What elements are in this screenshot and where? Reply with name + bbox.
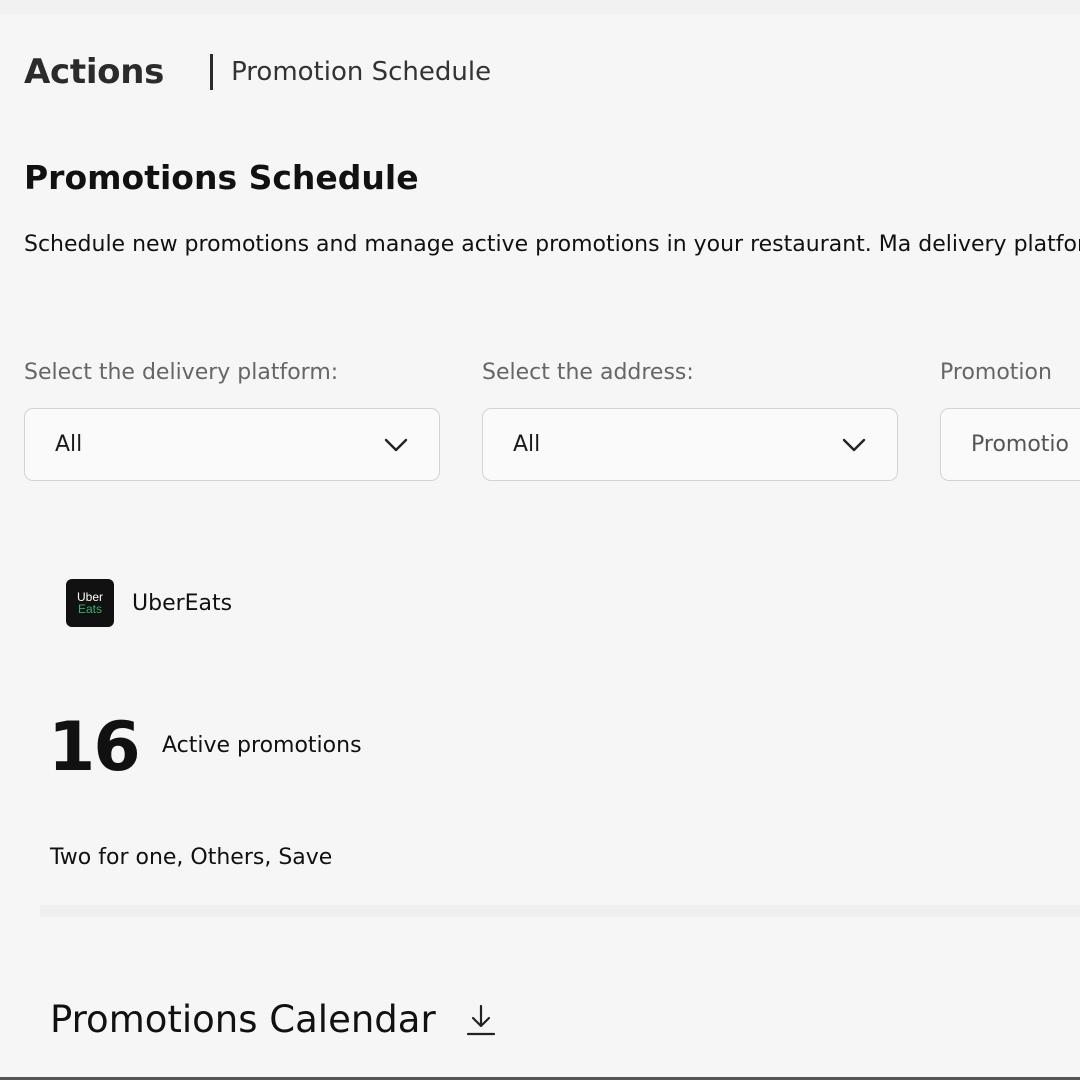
address-filter: Select the address: All [482,360,898,481]
breadcrumb: Actions Promotion Schedule [24,52,491,92]
breadcrumb-current: Promotion Schedule [231,57,492,87]
platform-filter: Select the delivery platform: All [24,360,440,481]
platform-select[interactable]: All [24,408,440,481]
address-select[interactable]: All [482,408,898,481]
download-icon[interactable] [464,1002,498,1038]
calendar-title: Promotions Calendar [50,998,436,1041]
platform-name: UberEats [132,590,233,616]
address-filter-label: Select the address: [482,360,694,385]
page-description: Schedule new promotions and manage activ… [24,232,1080,257]
promotion-filter-label: Promotion [940,360,1052,385]
ubereats-logo: Uber Eats [66,579,114,627]
promotion-select-value: Promotio [971,432,1069,457]
platform-select-value: All [55,432,83,457]
page: Actions Promotion Schedule Promotions Sc… [0,0,1080,1080]
promotion-select[interactable]: Promotio [940,408,1080,481]
section-divider [40,905,1080,917]
address-select-value: All [513,432,541,457]
chevron-down-icon [841,432,867,458]
calendar-header: Promotions Calendar [50,998,498,1041]
page-title: Promotions Schedule [24,158,419,197]
promotion-filter: Promotion Promotio [940,360,1080,481]
active-promotions-label: Active promotions [162,733,362,758]
breadcrumb-separator [210,54,214,90]
chevron-down-icon [383,432,409,458]
ubereats-logo-bottom: Eats [77,602,102,616]
promotion-types: Two for one, Others, Save [50,845,333,870]
platform-filter-label: Select the delivery platform: [24,360,339,385]
top-strip [0,0,1080,14]
breadcrumb-section[interactable]: Actions [24,52,164,92]
platform-card-header: Uber Eats UberEats [66,579,232,627]
active-promotions-count: 16 [48,708,141,787]
